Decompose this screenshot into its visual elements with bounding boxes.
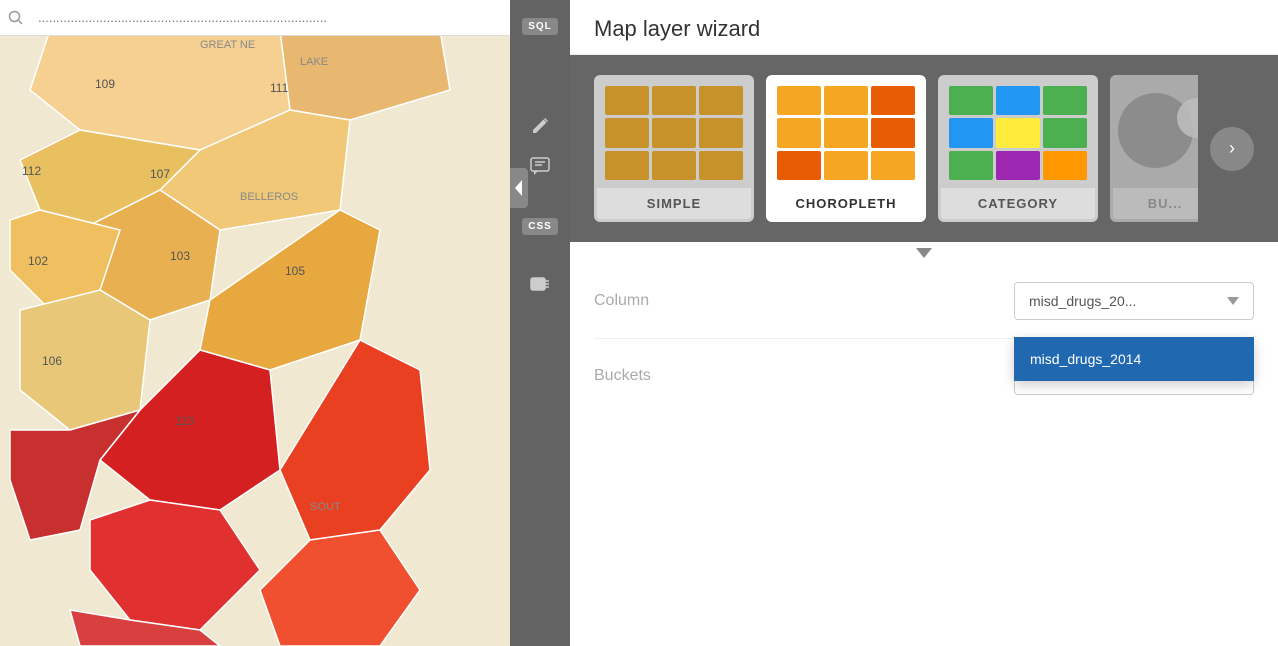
choropleth-preview [769,78,923,188]
svg-text:SOUT: SOUT [310,501,341,513]
svg-text:BELLEROS: BELLEROS [240,191,298,203]
choropleth-cell [777,151,821,180]
map-area: GREAT NE LAKE BELLEROS SOUT 109 111 112 … [0,0,510,646]
category-preview [941,78,1095,188]
category-cell [996,151,1040,180]
help-icon: ? [530,277,550,295]
css-badge: CSS [522,218,558,235]
simple-cell [605,151,649,180]
simple-cell [605,86,649,115]
choropleth-label: CHOROPLETH [769,188,923,219]
simple-cell [699,86,743,115]
collapse-icon [514,180,524,196]
buckets-label: Buckets [594,367,794,385]
column-select-wrapper: misd_drugs_20... misd_drugs_2014 [1014,282,1254,320]
down-arrow-indicator [570,242,1278,264]
category-label: CATEGORY [941,188,1095,219]
choropleth-cell [777,118,821,147]
dropdown-item-misd-drugs-2014[interactable]: misd_drugs_2014 [1014,337,1254,381]
bubble-label: BU... [1113,188,1198,219]
simple-cell [652,151,696,180]
column-dropdown: misd_drugs_2014 [1014,337,1254,381]
simple-label: SIMPLE [597,188,751,219]
choropleth-cell [871,86,915,115]
layer-card-bubble[interactable]: BU... [1110,75,1198,222]
layer-card-simple[interactable]: SIMPLE [594,75,754,222]
category-cell [1043,86,1087,115]
help-button[interactable]: ? [518,268,562,304]
svg-text:102: 102 [28,254,48,268]
css-button[interactable]: CSS [518,208,562,244]
category-cell [949,118,993,147]
choropleth-cell [824,86,868,115]
layer-type-selector: SIMPLE CHOROPLETH [570,55,1278,242]
layer-card-choropleth[interactable]: CHOROPLETH [766,75,926,222]
column-label: Column [594,292,794,310]
sidebar: SQL CSS ? [510,0,570,646]
svg-text:109: 109 [95,77,115,91]
map-search-input[interactable] [30,6,502,29]
simple-cell [699,151,743,180]
next-button[interactable]: › [1210,127,1254,171]
svg-text:107: 107 [150,167,170,181]
simple-cell [652,118,696,147]
svg-text:?: ? [534,279,540,289]
category-cell [996,86,1040,115]
down-arrow-icon [916,248,932,258]
choropleth-cell [824,151,868,180]
svg-text:105: 105 [285,264,305,278]
wizard-panel: Map layer wizard [570,0,1278,646]
category-cell [1043,151,1087,180]
svg-text:103: 103 [170,249,190,263]
column-field-row: Column misd_drugs_20... misd_drugs_2014 [594,264,1254,339]
layer-card-category[interactable]: CATEGORY [938,75,1098,222]
svg-text:106: 106 [42,354,62,368]
svg-text:LAKE: LAKE [300,56,328,68]
svg-text:111: 111 [270,81,289,95]
edit-icon [531,117,549,135]
choropleth-cell [871,118,915,147]
simple-cell [699,118,743,147]
edit-button[interactable] [518,108,562,144]
category-cell [996,118,1040,147]
comment-icon [530,157,550,175]
layer-cards: SIMPLE CHOROPLETH [594,75,1198,222]
svg-text:113: 113 [175,414,194,428]
svg-text:112: 112 [22,164,41,178]
choropleth-cell [871,151,915,180]
category-cell [1043,118,1087,147]
column-control: misd_drugs_20... misd_drugs_2014 [794,282,1254,320]
sql-button[interactable]: SQL [518,8,562,44]
simple-preview [597,78,751,188]
map-search-bar[interactable] [0,0,510,36]
sql-badge: SQL [522,18,558,35]
simple-cell [605,118,649,147]
category-cell [949,151,993,180]
svg-text:GREAT NE: GREAT NE [200,39,255,51]
choropleth-cell [777,86,821,115]
map-visualization: GREAT NE LAKE BELLEROS SOUT 109 111 112 … [0,30,510,646]
bubble-preview [1113,78,1198,188]
category-cell [949,86,993,115]
collapse-arrow[interactable] [510,168,528,208]
choropleth-cell [824,118,868,147]
column-select[interactable]: misd_drugs_20... [1014,282,1254,320]
wizard-header: Map layer wizard [570,0,1278,55]
column-select-value: misd_drugs_20... [1029,293,1136,309]
simple-cell [652,86,696,115]
wizard-title: Map layer wizard [594,16,1254,42]
wizard-body: Column misd_drugs_20... misd_drugs_2014 [570,264,1278,646]
search-icon [8,10,24,26]
select-arrow-icon [1227,297,1239,305]
